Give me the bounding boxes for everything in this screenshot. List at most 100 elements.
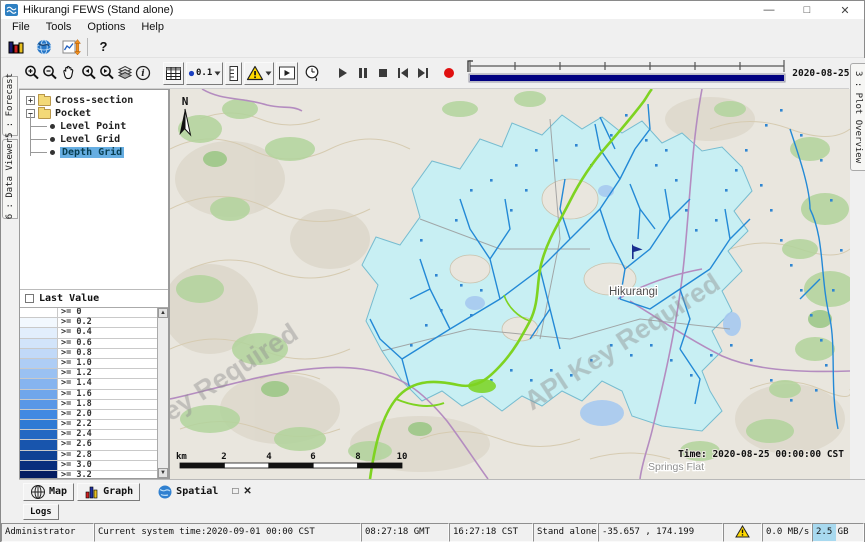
status-bar: Administrator Current system time:2020-0… bbox=[1, 523, 864, 542]
node-bullet-icon bbox=[50, 124, 55, 129]
zoom-in-button[interactable] bbox=[23, 62, 41, 85]
layers-button[interactable] bbox=[116, 62, 134, 85]
legend-row-label: >= 1.0 bbox=[58, 359, 92, 368]
contour-interval-dropdown[interactable]: 0.1 bbox=[186, 62, 223, 85]
map-toolbar: i 0.1 bbox=[19, 58, 849, 89]
menu-file[interactable]: File bbox=[4, 20, 38, 35]
contour-interval-value: 0.1 bbox=[196, 68, 212, 78]
legend-swatch bbox=[20, 410, 58, 419]
panel-maximize-icon[interactable]: □ bbox=[232, 486, 238, 497]
legend-row-label: >= 1.6 bbox=[58, 390, 92, 399]
status-gmt-time: 08:27:18 GMT bbox=[361, 523, 449, 542]
tab-label: Spatial bbox=[176, 486, 218, 497]
maximize-button[interactable]: □ bbox=[788, 1, 826, 19]
folder-icon bbox=[38, 96, 51, 106]
tree-item-label: Level Point bbox=[60, 121, 126, 132]
minimize-button[interactable]: — bbox=[750, 1, 788, 19]
legend-row-label: >= 2.8 bbox=[58, 451, 92, 460]
tree-item-cross-section[interactable]: + Cross-section bbox=[20, 94, 168, 107]
thresholds-dropdown[interactable] bbox=[244, 62, 274, 85]
expand-icon[interactable]: + bbox=[26, 96, 35, 105]
logs-button[interactable]: Logs bbox=[23, 504, 59, 520]
menu-tools[interactable]: Tools bbox=[38, 20, 80, 35]
tab-graph[interactable]: Graph bbox=[77, 483, 140, 501]
map-canvas[interactable]: API Key Required API Key Required N Hiku… bbox=[170, 89, 850, 479]
folder-icon bbox=[38, 109, 51, 119]
zoom-previous-button[interactable] bbox=[80, 62, 98, 85]
legend-row[interactable]: >= 1.4 bbox=[20, 379, 157, 389]
pause-button[interactable] bbox=[354, 62, 372, 85]
title-bar: Hikurangi FEWS (Stand alone) — □ ✕ bbox=[1, 1, 864, 19]
legend-swatch bbox=[20, 471, 58, 478]
zoom-out-button[interactable] bbox=[41, 62, 59, 85]
tree-guide-line bbox=[30, 139, 47, 140]
legend-row-label: >= 2.2 bbox=[58, 420, 92, 429]
legend-swatch bbox=[20, 318, 58, 327]
svg-text:N: N bbox=[182, 95, 189, 108]
legend-row-label: >= 2.4 bbox=[58, 430, 92, 439]
map-display-button[interactable] bbox=[33, 35, 54, 58]
tab-label: Map bbox=[49, 486, 67, 497]
bottom-tab-bar: Map Graph Spatial □ ✕ bbox=[19, 479, 865, 503]
legend-row-label: >= 1.4 bbox=[58, 379, 92, 388]
timeseries-display-button[interactable] bbox=[61, 35, 82, 58]
legend-row-label: >= 2.6 bbox=[58, 440, 92, 449]
stop-button[interactable] bbox=[374, 62, 392, 85]
bar-chart-icon bbox=[84, 484, 100, 500]
tab-data-viewer[interactable]: 6 : Data Viewer bbox=[2, 139, 18, 219]
record-button[interactable] bbox=[440, 62, 458, 85]
tab-plot-overview[interactable]: 3 : Plot Overview bbox=[850, 63, 865, 171]
legend-swatch bbox=[20, 451, 58, 460]
svg-text:6: 6 bbox=[310, 452, 315, 462]
last-value-checkbox[interactable] bbox=[25, 294, 34, 303]
spatial-map[interactable]: API Key Required API Key Required N Hiku… bbox=[169, 89, 849, 479]
logs-row: Logs bbox=[19, 503, 865, 523]
status-warning-cell[interactable] bbox=[723, 523, 762, 542]
legend-scrollbar[interactable]: ▲ ▼ bbox=[157, 308, 168, 478]
tab-forecast[interactable]: 5 : Forecast bbox=[2, 76, 18, 136]
first-timestep-button[interactable] bbox=[394, 62, 412, 85]
tab-spatial[interactable]: Spatial bbox=[151, 483, 224, 501]
menu-options[interactable]: Options bbox=[79, 20, 133, 35]
menu-help[interactable]: Help bbox=[133, 20, 172, 35]
panel-close-icon[interactable]: ✕ bbox=[243, 486, 251, 497]
left-tab-strip: 5 : Forecast 6 : Data Viewer bbox=[1, 58, 19, 523]
tab-map[interactable]: Map bbox=[23, 483, 74, 501]
legend-swatch bbox=[20, 308, 58, 317]
profile-staff-button[interactable] bbox=[225, 62, 242, 85]
locality-label: Springs Flat bbox=[648, 461, 704, 473]
legend-swatch bbox=[20, 400, 58, 409]
tree-item-pocket[interactable]: − Pocket bbox=[20, 107, 168, 120]
scroll-down-icon[interactable]: ▼ bbox=[158, 468, 168, 478]
legend: >= 0>= 0.2>= 0.4>= 0.6>= 0.8>= 1.0>= 1.2… bbox=[20, 308, 168, 478]
globe-wireframe-icon bbox=[30, 484, 46, 500]
legend-row-label: >= 0.2 bbox=[58, 318, 92, 327]
help-button[interactable]: ? bbox=[93, 35, 114, 58]
last-timestep-button[interactable] bbox=[414, 62, 432, 85]
legend-swatch bbox=[20, 328, 58, 337]
legend-header: Last Value bbox=[20, 290, 168, 308]
scroll-up-icon[interactable]: ▲ bbox=[158, 308, 168, 318]
right-tab-strip: 3 : Plot Overview bbox=[849, 58, 865, 523]
legend-row[interactable]: >= 3.2 bbox=[20, 471, 157, 478]
zoom-next-button[interactable] bbox=[98, 62, 116, 85]
timeline-slider[interactable] bbox=[466, 57, 786, 89]
legend-swatch bbox=[20, 359, 58, 368]
menu-bar: File Tools Options Help bbox=[1, 19, 864, 36]
close-button[interactable]: ✕ bbox=[826, 1, 864, 19]
grid-display-button[interactable] bbox=[163, 62, 184, 85]
data-viewer-panel: + Cross-section − Pocket Level Point Lev… bbox=[19, 89, 169, 479]
svg-text:4: 4 bbox=[266, 452, 272, 462]
pan-button[interactable] bbox=[59, 62, 77, 85]
database-explorer-button[interactable] bbox=[5, 35, 26, 58]
legend-row-label: >= 0.4 bbox=[58, 328, 92, 337]
tab-label: Graph bbox=[103, 486, 133, 497]
svg-text:10: 10 bbox=[397, 452, 408, 462]
info-button[interactable]: i bbox=[134, 62, 152, 85]
status-local-time: 16:27:18 CST bbox=[449, 523, 533, 542]
animation-button[interactable] bbox=[276, 62, 298, 85]
status-network-rate: 0.0 MB/s bbox=[762, 523, 812, 542]
play-button[interactable] bbox=[334, 62, 352, 85]
set-time-button[interactable] bbox=[303, 62, 322, 85]
blue-dot-icon bbox=[188, 70, 195, 77]
